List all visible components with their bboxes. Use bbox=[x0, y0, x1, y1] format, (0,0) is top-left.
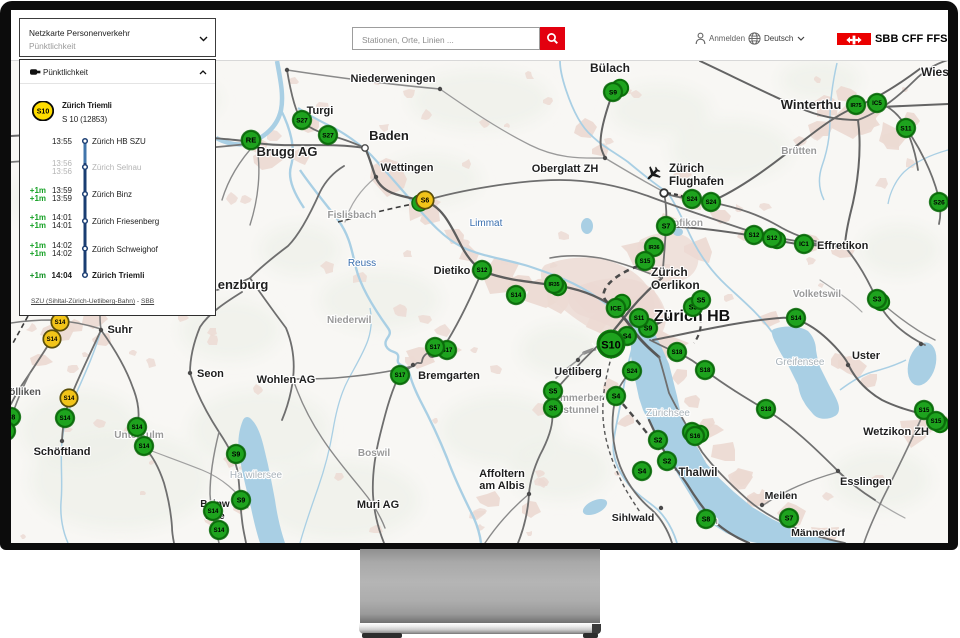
svg-text:S18: S18 bbox=[672, 350, 683, 356]
svg-text:S4: S4 bbox=[638, 469, 647, 476]
svg-text:IR36: IR36 bbox=[649, 245, 660, 251]
svg-text:Zürichsee: Zürichsee bbox=[646, 408, 690, 419]
svg-text:Flughafen: Flughafen bbox=[669, 176, 724, 188]
svg-text:Zürich: Zürich bbox=[669, 163, 704, 175]
svg-text:S3: S3 bbox=[873, 297, 882, 304]
svg-text:Oerlikon: Oerlikon bbox=[651, 278, 700, 292]
svg-text:S14: S14 bbox=[47, 337, 58, 343]
svg-text:S18: S18 bbox=[700, 368, 711, 374]
svg-text:am Albis: am Albis bbox=[479, 480, 524, 492]
svg-text:S14: S14 bbox=[791, 316, 802, 322]
svg-text:S7: S7 bbox=[785, 516, 794, 523]
svg-text:S14: S14 bbox=[132, 425, 143, 431]
svg-text:S24: S24 bbox=[706, 200, 717, 206]
svg-text:Kölliken: Kölliken bbox=[11, 387, 41, 398]
svg-text:S6: S6 bbox=[421, 198, 430, 205]
svg-text:Greifensee: Greifensee bbox=[776, 357, 825, 368]
svg-text:S14: S14 bbox=[64, 396, 75, 402]
svg-text:Suhr: Suhr bbox=[107, 324, 133, 336]
svg-text:S14: S14 bbox=[511, 293, 522, 299]
svg-text:S10: S10 bbox=[37, 109, 50, 116]
svg-text:Niederwil: Niederwil bbox=[327, 315, 372, 326]
svg-text:S8: S8 bbox=[11, 415, 15, 422]
svg-text:S2: S2 bbox=[663, 459, 672, 466]
svg-text:S9: S9 bbox=[237, 498, 246, 505]
svg-text:Volketswil: Volketswil bbox=[793, 289, 841, 300]
svg-text:S12: S12 bbox=[767, 236, 778, 242]
svg-text:S14: S14 bbox=[208, 509, 219, 515]
svg-text:Reuss: Reuss bbox=[348, 258, 376, 269]
svg-text:Sihlwald: Sihlwald bbox=[612, 512, 655, 524]
svg-text:S27: S27 bbox=[322, 132, 334, 139]
svg-text:S10: S10 bbox=[601, 340, 621, 352]
svg-text:Uetliberg: Uetliberg bbox=[554, 366, 602, 378]
svg-text:Bülach: Bülach bbox=[590, 61, 630, 75]
svg-text:S15: S15 bbox=[931, 419, 942, 425]
svg-text:S14: S14 bbox=[139, 444, 150, 450]
svg-text:Uster: Uster bbox=[852, 350, 881, 362]
svg-text:S27: S27 bbox=[296, 117, 308, 124]
svg-text:Ha wilersee: Ha wilersee bbox=[230, 470, 283, 481]
svg-text:S12: S12 bbox=[477, 268, 488, 274]
svg-text:Muri AG: Muri AG bbox=[357, 499, 399, 511]
svg-text:S26: S26 bbox=[933, 199, 945, 206]
svg-text:Brugg AG: Brugg AG bbox=[257, 144, 318, 159]
svg-text:S9: S9 bbox=[232, 452, 241, 459]
svg-text:S16: S16 bbox=[690, 434, 701, 440]
svg-text:S8: S8 bbox=[702, 517, 711, 524]
svg-text:S11: S11 bbox=[900, 125, 912, 132]
svg-text:pfikon: pfikon bbox=[673, 218, 703, 229]
svg-text:Seon: Seon bbox=[197, 368, 224, 380]
svg-text:S14: S14 bbox=[214, 528, 225, 534]
svg-text:Männedorf: Männedorf bbox=[791, 527, 845, 539]
svg-text:S24: S24 bbox=[687, 197, 698, 203]
svg-text:S7: S7 bbox=[662, 224, 671, 231]
svg-text:IC1: IC1 bbox=[799, 241, 809, 248]
svg-text:IR35: IR35 bbox=[549, 282, 560, 288]
svg-text:S17: S17 bbox=[430, 345, 441, 351]
svg-text:S14: S14 bbox=[60, 416, 71, 422]
svg-text:Dietiko: Dietiko bbox=[434, 265, 471, 277]
svg-text:Bremgarten: Bremgarten bbox=[418, 370, 480, 382]
svg-text:ICE: ICE bbox=[610, 305, 622, 312]
svg-text:Thalwil: Thalwil bbox=[679, 467, 718, 479]
svg-text:Winterthu: Winterthu bbox=[781, 97, 842, 112]
svg-text:RE: RE bbox=[246, 136, 256, 145]
svg-text:S5: S5 bbox=[549, 406, 558, 413]
svg-text:Meilen: Meilen bbox=[765, 490, 798, 502]
svg-text:S2: S2 bbox=[654, 438, 663, 445]
svg-text:Wetzikon ZH: Wetzikon ZH bbox=[863, 426, 929, 438]
svg-text:Schöftland: Schöftland bbox=[34, 446, 91, 458]
svg-text:S4: S4 bbox=[612, 394, 621, 401]
svg-text:Niederweningen: Niederweningen bbox=[351, 73, 436, 85]
svg-text:S11: S11 bbox=[634, 316, 645, 322]
svg-text:S17: S17 bbox=[395, 373, 406, 379]
svg-text:IC5: IC5 bbox=[872, 100, 882, 107]
svg-text:S24: S24 bbox=[627, 369, 638, 375]
svg-text:S15: S15 bbox=[640, 259, 651, 265]
svg-text:S5: S5 bbox=[549, 389, 558, 396]
svg-text:S9: S9 bbox=[644, 326, 653, 333]
svg-text:Esslingen: Esslingen bbox=[840, 476, 892, 488]
svg-text:Affoltern: Affoltern bbox=[479, 468, 525, 480]
svg-text:S12: S12 bbox=[749, 233, 760, 239]
svg-text:IR75: IR75 bbox=[851, 103, 862, 109]
svg-text:S18: S18 bbox=[761, 407, 772, 413]
svg-text:Wohlen AG: Wohlen AG bbox=[257, 374, 316, 386]
svg-text:Baden: Baden bbox=[369, 128, 409, 143]
svg-text:Brütten: Brütten bbox=[781, 146, 817, 157]
svg-text:S14: S14 bbox=[55, 320, 66, 326]
svg-text:Zürich: Zürich bbox=[651, 265, 688, 279]
svg-text:Limmat: Limmat bbox=[470, 218, 503, 229]
svg-text:S15: S15 bbox=[919, 408, 930, 414]
svg-text:Wies: Wies bbox=[921, 65, 948, 79]
svg-text:Wettingen: Wettingen bbox=[381, 162, 434, 174]
svg-text:S5: S5 bbox=[697, 298, 706, 305]
svg-text:Oberglatt ZH: Oberglatt ZH bbox=[532, 163, 599, 175]
svg-text:enzburg: enzburg bbox=[218, 277, 269, 292]
svg-text:S9: S9 bbox=[609, 89, 617, 96]
svg-text:Effretikon: Effretikon bbox=[817, 240, 869, 252]
svg-text:Boswil: Boswil bbox=[358, 448, 390, 459]
svg-text:Fislisbach: Fislisbach bbox=[328, 210, 377, 221]
